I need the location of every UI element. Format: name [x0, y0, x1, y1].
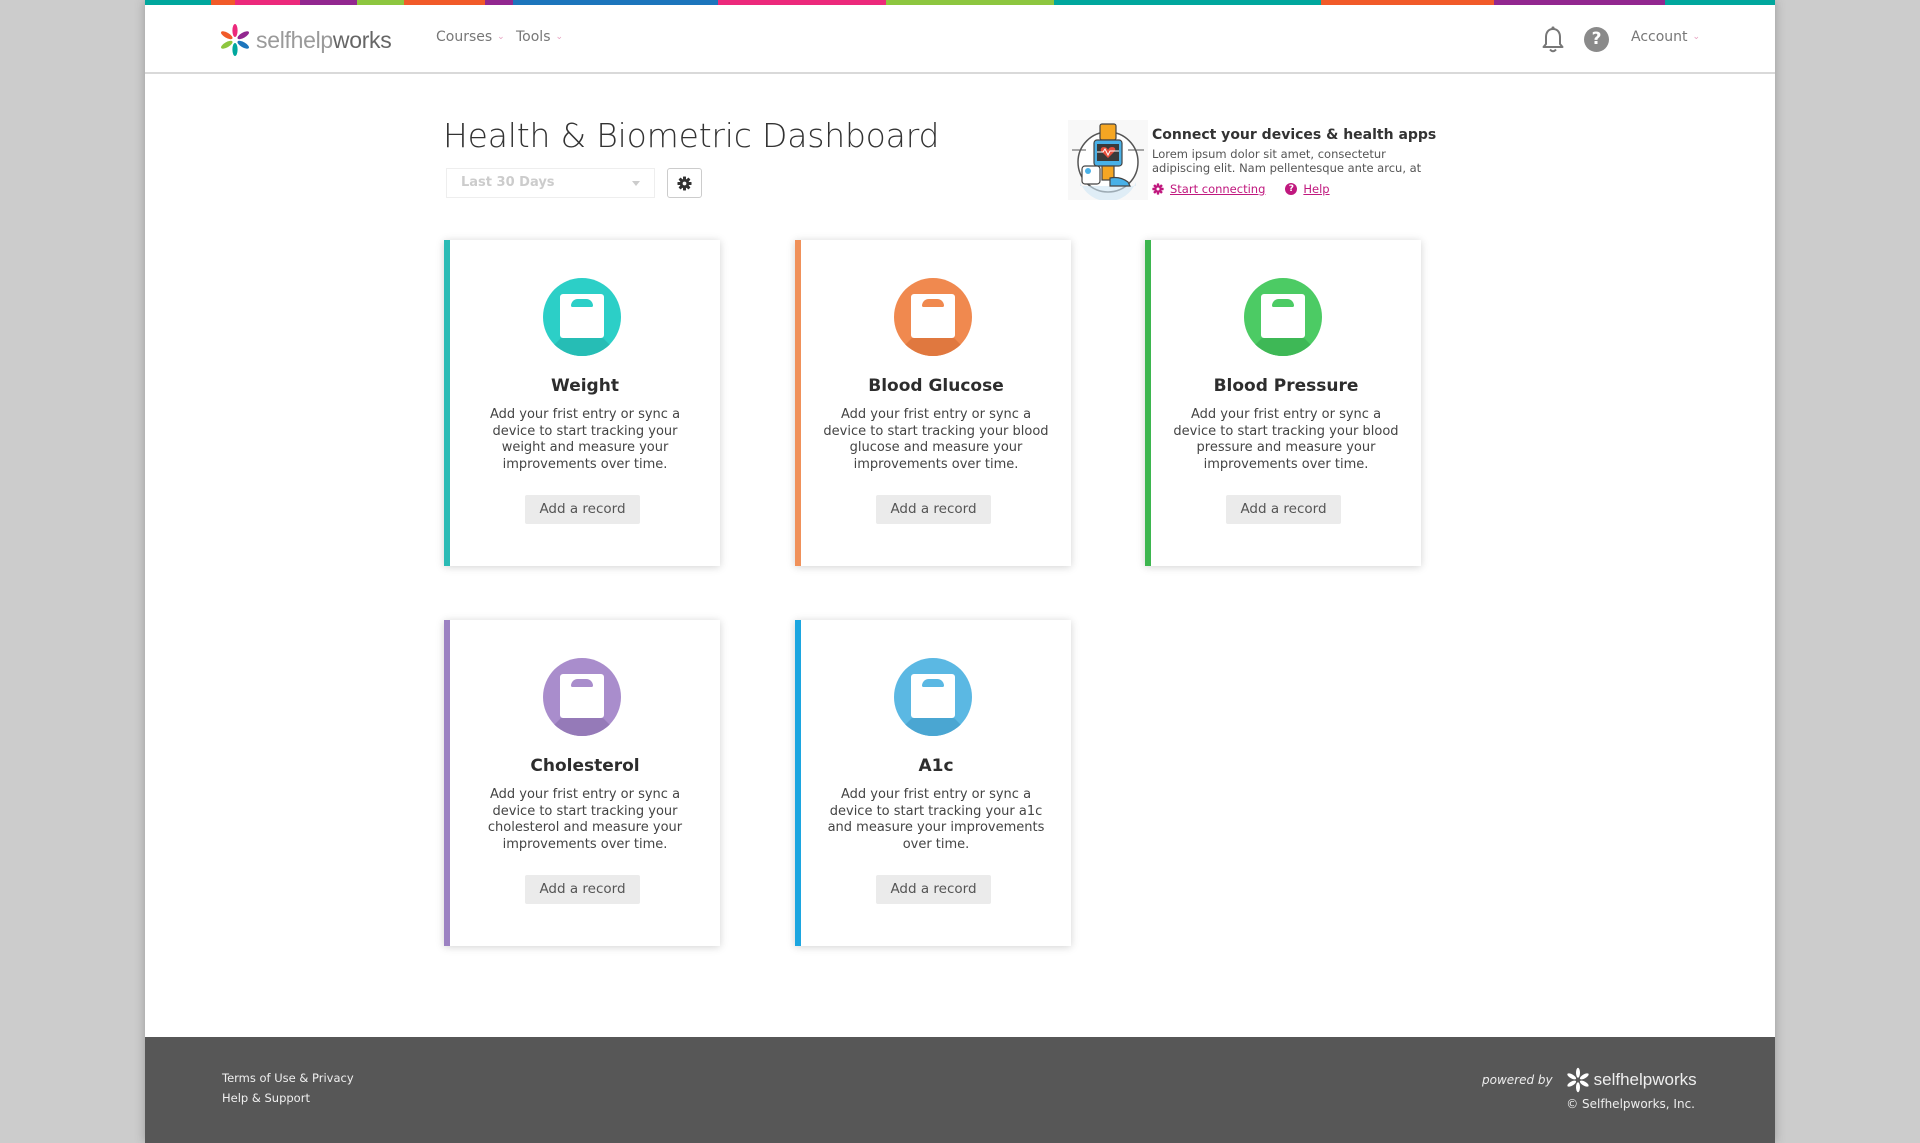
chevron-down-icon: ⌄ [555, 32, 564, 42]
powered-by-label: powered by [1482, 1073, 1553, 1087]
nav-account-label: Account [1631, 29, 1688, 45]
scale-icon [894, 278, 972, 356]
scale-dial [571, 679, 593, 687]
card-description: Add your frist entry or sync a device to… [1173, 407, 1399, 472]
add-record-button[interactable]: Add a record [525, 875, 640, 904]
caret-down-icon [632, 181, 640, 186]
scale-icon [543, 278, 621, 356]
settings-button[interactable] [667, 168, 702, 198]
connect-help-label: Help [1303, 182, 1330, 196]
gear-icon [1152, 183, 1164, 195]
start-connecting-label: Start connecting [1170, 182, 1266, 196]
card-title: A1c [918, 756, 954, 776]
add-record-button[interactable]: Add a record [1226, 495, 1341, 524]
card-title: Weight [551, 376, 619, 396]
card-title: Blood Glucose [868, 376, 1004, 396]
footer: Terms of Use & Privacy Help & Support po… [145, 1037, 1775, 1143]
help-icon[interactable]: ? [1584, 27, 1609, 52]
scale-body [911, 674, 955, 718]
scale-body [560, 294, 604, 338]
notification-bell-icon[interactable] [1541, 26, 1565, 54]
connect-devices-description: Lorem ipsum dolor sit amet, consectetur … [1152, 147, 1422, 175]
scale-body [560, 674, 604, 718]
nav-courses-dropdown[interactable]: Courses ⌄ [436, 29, 505, 45]
scale-dial [571, 299, 593, 307]
card-description: Add your frist entry or sync a device to… [823, 407, 1049, 472]
card-title: Cholesterol [530, 756, 640, 776]
page-title: Health & Biometric Dashboard [443, 116, 940, 155]
biometric-card: Blood Pressure Add your frist entry or sy… [1145, 240, 1421, 566]
date-range-select[interactable]: Last 30 Days [446, 168, 655, 198]
card-description: Add your frist entry or sync a device to… [489, 407, 681, 472]
nav-courses-label: Courses [436, 29, 493, 45]
page: selfhelpworks Courses ⌄ Tools ⌄ ? Accoun… [145, 0, 1775, 1143]
start-connecting-link[interactable]: Start connecting [1152, 182, 1265, 196]
chevron-down-icon: ⌄ [497, 32, 505, 42]
scale-icon [894, 658, 972, 736]
footer-brand-wordmark: selfhelpworks [1593, 1070, 1697, 1089]
scale-dial [922, 679, 944, 687]
copyright: © Selfhelpworks, Inc. [1566, 1097, 1695, 1111]
add-record-button[interactable]: Add a record [525, 495, 640, 524]
gear-icon [677, 175, 692, 191]
flower-logo-icon [1566, 1067, 1589, 1093]
add-record-button[interactable]: Add a record [876, 875, 991, 904]
date-range-value: Last 30 Days [461, 175, 555, 190]
top-nav-bar: selfhelpworks Courses ⌄ Tools ⌄ ? Accoun… [145, 5, 1775, 74]
scale-body [911, 294, 955, 338]
logo-wordmark: selfhelpworks [256, 26, 392, 53]
biometric-card: Cholesterol Add your frist entry or sync … [444, 620, 720, 946]
question-circle-icon: ? [1285, 183, 1298, 195]
biometric-card: Weight Add your frist entry or sync a dev… [444, 240, 720, 566]
device-sync-illustration [1068, 120, 1148, 200]
scale-dial [922, 299, 944, 307]
card-description: Add your frist entry or sync a device to… [487, 787, 683, 852]
card-title: Blood Pressure [1213, 376, 1359, 396]
scale-icon [1244, 278, 1322, 356]
help-support-link[interactable]: Help & Support [222, 1091, 310, 1105]
powered-by: powered by selfhelpworks [1482, 1067, 1697, 1093]
connect-links: Start connecting ? Help [1152, 182, 1330, 196]
flower-logo-icon [220, 24, 250, 56]
logo[interactable]: selfhelpworks [218, 23, 392, 57]
nav-tools-label: Tools [516, 29, 551, 45]
add-record-button[interactable]: Add a record [876, 495, 991, 524]
nav-tools-dropdown[interactable]: Tools ⌄ [516, 29, 563, 45]
terms-privacy-link[interactable]: Terms of Use & Privacy [222, 1071, 354, 1085]
connect-devices-heading: Connect your devices & health apps [1152, 127, 1437, 143]
biometric-card: Blood Glucose Add your frist entry or syn… [795, 240, 1071, 566]
scale-body [1261, 294, 1305, 338]
connect-help-link[interactable]: ? Help [1285, 182, 1330, 196]
card-description: Add your frist entry or sync a device to… [827, 787, 1045, 852]
scale-icon [543, 658, 621, 736]
biometric-card: A1c Add your frist entry or sync a device… [795, 620, 1071, 946]
scale-dial [1272, 299, 1294, 307]
nav-account-dropdown[interactable]: Account ⌄ [1631, 29, 1700, 45]
chevron-down-icon: ⌄ [1692, 32, 1701, 42]
